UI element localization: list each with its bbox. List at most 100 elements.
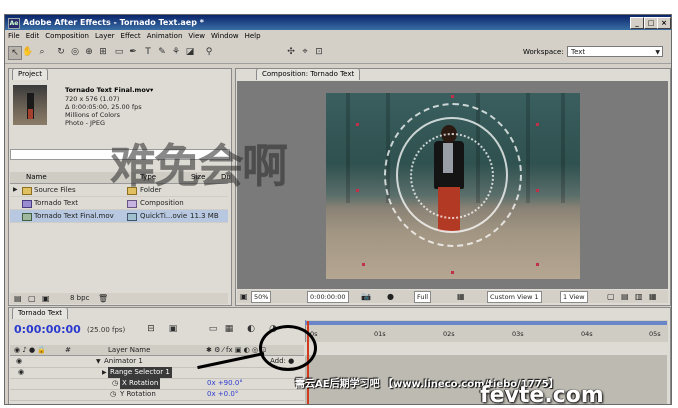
- menu-effect[interactable]: Effect: [118, 30, 144, 43]
- stopwatch-icon[interactable]: ◷: [110, 389, 116, 400]
- rotate-tool-icon[interactable]: ↻: [55, 46, 67, 58]
- footage-dimensions: 720 x 576 (1.07): [65, 95, 120, 103]
- composition-icon: [22, 200, 32, 208]
- new-folder-icon[interactable]: ▢: [28, 293, 36, 304]
- bounding-handle[interactable]: [536, 263, 539, 266]
- brush-tool-icon[interactable]: ✎: [156, 46, 168, 58]
- type-tool-icon[interactable]: T: [142, 46, 154, 58]
- selection-tool-icon[interactable]: ↖: [8, 46, 22, 60]
- expand-arrow-icon[interactable]: ▼: [96, 356, 101, 367]
- visibility-eye-icon[interactable]: ◉: [16, 356, 22, 367]
- menu-composition[interactable]: Composition: [42, 30, 92, 43]
- close-button[interactable]: ×: [657, 17, 671, 29]
- after-effects-icon: Ae: [8, 18, 20, 29]
- pan-behind-tool-icon[interactable]: ⊞: [97, 46, 109, 58]
- timeline-current-time[interactable]: 0:00:00:00: [14, 323, 81, 336]
- comp-mini-flowchart-icon[interactable]: ⊟: [145, 323, 157, 335]
- project-footer: ▤ ▢ ▣ 8 bpc 🗑: [10, 293, 228, 304]
- maximize-button[interactable]: □: [644, 17, 658, 29]
- watermark-text: 难免会啊: [110, 139, 288, 193]
- tab-project[interactable]: Project: [12, 68, 48, 80]
- work-area-bar[interactable]: [305, 321, 667, 325]
- current-time-display[interactable]: 0:00:00:00: [307, 291, 349, 303]
- color-depth-label[interactable]: 8 bpc: [70, 293, 89, 304]
- color-channel-icon[interactable]: ●: [387, 290, 394, 303]
- track-xy-tool-icon[interactable]: ⊕: [83, 46, 95, 58]
- new-comp-icon[interactable]: ▣: [42, 293, 50, 304]
- composition-viewer[interactable]: [237, 81, 668, 289]
- world-axis-icon[interactable]: ⌖: [299, 46, 311, 58]
- title-bar: Ae Adobe After Effects - Tornado Text.ae…: [5, 15, 671, 30]
- bounding-handle[interactable]: [536, 123, 539, 126]
- trash-icon[interactable]: 🗑: [98, 293, 108, 304]
- flowchart-icon[interactable]: ▦: [649, 290, 657, 303]
- layer-name-header[interactable]: Layer Name: [108, 345, 150, 355]
- workspace-dropdown[interactable]: Text ▼: [567, 46, 663, 57]
- live-update-icon[interactable]: ▣: [167, 323, 179, 335]
- bounding-handle[interactable]: [362, 263, 365, 266]
- tools-panel: ↖ ✋ ⌕ ↻ ◎ ⊕ ⊞ ▭ ✒ T ✎ ⚘ ◪ ⚲ ✣ ⌖ ⊡ Worksp…: [5, 43, 671, 64]
- tab-timeline[interactable]: Tornado Text: [12, 307, 68, 319]
- mask-tool-icon[interactable]: ▭: [113, 46, 125, 58]
- hand-tool-icon[interactable]: ✋: [22, 46, 34, 58]
- menu-help[interactable]: Help: [242, 30, 264, 43]
- interpret-footage-icon[interactable]: ▤: [14, 293, 22, 304]
- snapshot-icon[interactable]: 📷: [361, 290, 371, 303]
- fast-preview-icon[interactable]: ▤: [621, 290, 629, 303]
- property-value[interactable]: 0x +0.0°: [207, 389, 238, 400]
- footage-thumbnail: [13, 85, 47, 125]
- brainstorm-icon[interactable]: ▦: [223, 323, 235, 335]
- orbit-camera-tool-icon[interactable]: ◎: [69, 46, 81, 58]
- puppet-pin-tool-icon[interactable]: ⚲: [203, 46, 215, 58]
- menu-view[interactable]: View: [185, 30, 208, 43]
- menu-animation[interactable]: Animation: [144, 30, 186, 43]
- eraser-tool-icon[interactable]: ◪: [184, 46, 196, 58]
- clone-stamp-tool-icon[interactable]: ⚘: [170, 46, 182, 58]
- motion-blur-icon[interactable]: ◐: [245, 323, 257, 335]
- view-layout-dropdown[interactable]: 1 View: [560, 291, 588, 303]
- bounding-handle[interactable]: [536, 189, 539, 192]
- bounding-handle[interactable]: [356, 123, 359, 126]
- label-color-icon: [127, 213, 137, 221]
- footage-name[interactable]: Tornado Text Final.mov▾: [65, 86, 153, 94]
- bounding-handle[interactable]: [356, 189, 359, 192]
- tab-composition[interactable]: Composition: Tornado Text: [256, 68, 361, 80]
- row-name: Tornado Text Final.mov: [34, 212, 114, 220]
- toggle-pixel-aspect-icon[interactable]: ▢: [607, 290, 615, 303]
- menu-edit[interactable]: Edit: [23, 30, 43, 43]
- visibility-eye-icon[interactable]: ◉: [16, 367, 26, 378]
- axis-mode-icon[interactable]: ✣: [285, 46, 297, 58]
- zoom-dropdown[interactable]: 50%: [251, 291, 272, 303]
- timeline-toggle-icon[interactable]: ▥: [635, 290, 643, 303]
- timeline-fps: (25.00 fps): [87, 326, 126, 334]
- project-row[interactable]: Tornado Text Final.mov QuickTi...ovie 11…: [10, 210, 228, 223]
- pen-tool-icon[interactable]: ✒: [127, 46, 139, 58]
- row-type: QuickTi...ovie: [140, 212, 188, 220]
- region-of-interest-icon[interactable]: ▦: [457, 290, 465, 303]
- bounding-handle[interactable]: [451, 95, 454, 98]
- minimize-button[interactable]: _: [630, 17, 644, 29]
- always-preview-icon[interactable]: ▣: [240, 290, 248, 303]
- ruler-tick: 02s: [443, 330, 455, 338]
- property-value[interactable]: 0x +90.0°: [207, 378, 243, 389]
- layer-property-row[interactable]: ◷ Y Rotation 0x +0.0°: [10, 389, 304, 401]
- workspace-value: Text: [571, 48, 586, 56]
- bounding-handle[interactable]: [451, 271, 454, 274]
- footage-icon: [22, 213, 32, 221]
- draft-3d-icon[interactable]: ▭: [207, 323, 219, 335]
- composition-panel: Composition: Tornado Text ▣ 50% 0:00:00:…: [235, 68, 671, 306]
- stopwatch-icon[interactable]: ◷: [110, 378, 120, 389]
- column-name[interactable]: Name: [26, 173, 47, 181]
- project-row[interactable]: Tornado Text Composition: [10, 197, 228, 210]
- menu-window[interactable]: Window: [208, 30, 242, 43]
- resolution-dropdown[interactable]: Full: [414, 291, 432, 303]
- expand-arrow-icon[interactable]: ▶: [13, 184, 18, 196]
- menu-layer[interactable]: Layer: [92, 30, 118, 43]
- ruler-tick: 01s: [374, 330, 386, 338]
- footage-duration: Δ 0:00:05:00, 25.00 fps: [65, 103, 142, 111]
- av-features-icons: ◉ ♪ ● 🔒: [14, 346, 47, 354]
- zoom-tool-icon[interactable]: ⌕: [36, 46, 48, 58]
- view-axis-icon[interactable]: ⊡: [313, 46, 325, 58]
- menu-file[interactable]: File: [5, 30, 23, 43]
- camera-view-dropdown[interactable]: Custom View 1: [487, 291, 542, 303]
